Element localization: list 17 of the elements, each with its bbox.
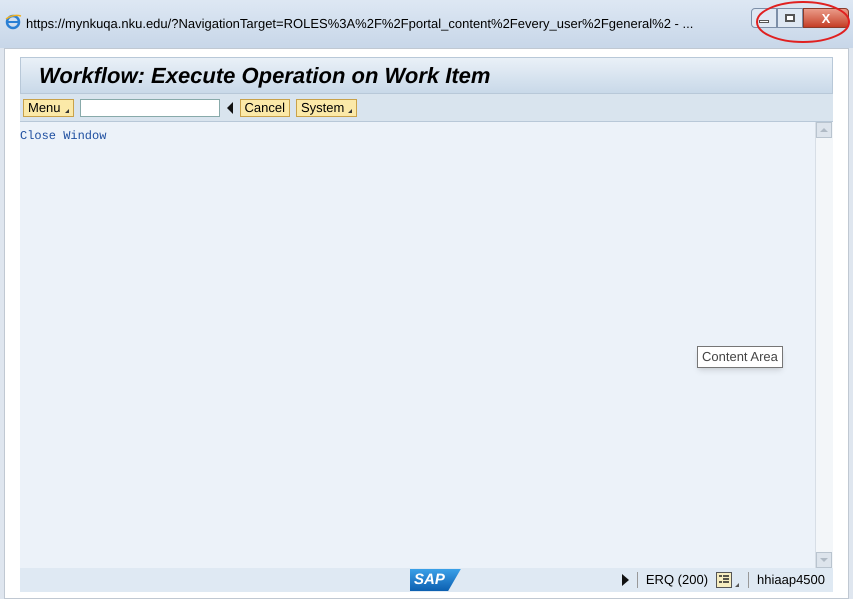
system-button[interactable]: System [296, 98, 358, 116]
menu-button[interactable]: Menu [23, 98, 74, 116]
sap-logo: SAP [410, 569, 461, 591]
window-url: https://mynkuqa.nku.edu/?NavigationTarget=ROLES%3A%2F%2Fportal_content%2Fevery_user%2Fgeneral%2 - ... [26, 15, 694, 33]
system-info: ERQ (200) [646, 571, 708, 590]
close-window-link[interactable]: Close Window [20, 129, 106, 143]
collapse-arrow-icon[interactable] [226, 102, 234, 114]
minimize-button[interactable] [751, 8, 777, 28]
tooltip: Content Area [697, 346, 783, 368]
maximize-button[interactable] [777, 8, 803, 28]
server-name: hhiaap4500 [757, 571, 825, 590]
document-list-icon[interactable] [716, 572, 740, 588]
page-title: Workflow: Execute Operation on Work Item [39, 62, 490, 90]
cancel-button[interactable]: Cancel [240, 98, 290, 116]
play-arrow-icon[interactable] [622, 574, 629, 586]
command-field[interactable] [80, 98, 220, 116]
browser-icon [4, 13, 22, 31]
